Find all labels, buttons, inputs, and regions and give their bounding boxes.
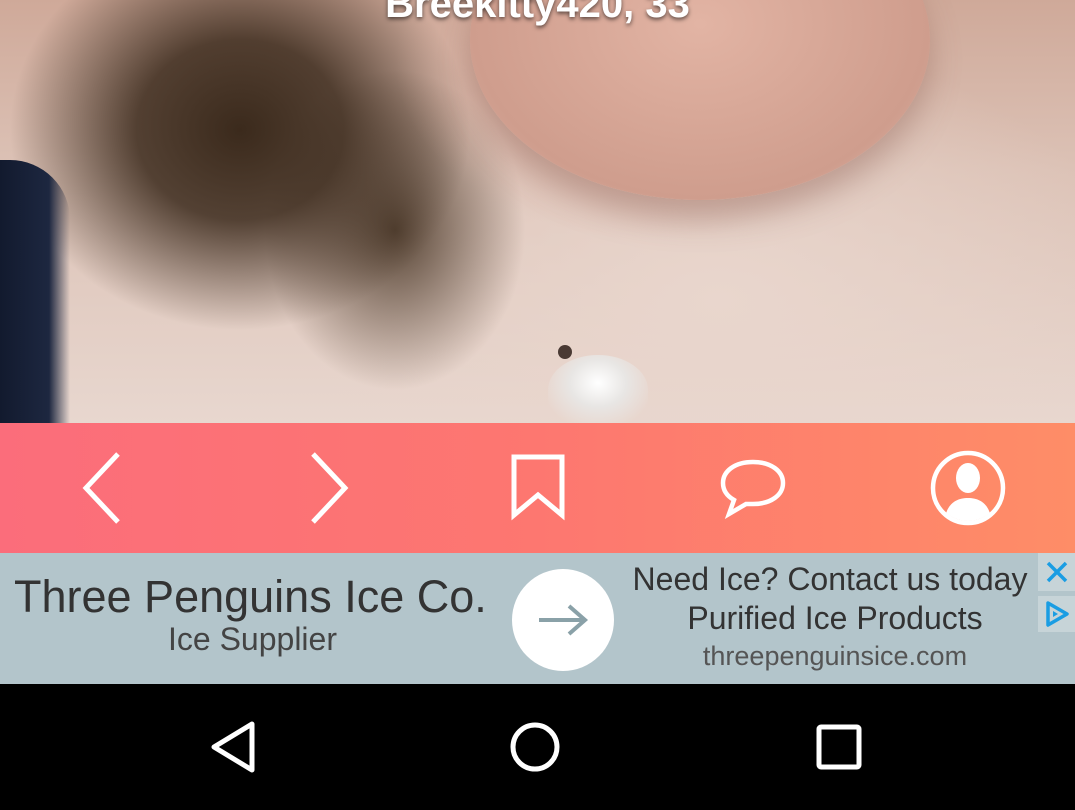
ad-choices-icon xyxy=(1045,601,1069,627)
system-nav-bar xyxy=(0,684,1075,810)
chevron-left-icon xyxy=(82,452,120,524)
action-bar xyxy=(0,423,1075,553)
next-button[interactable] xyxy=(215,423,430,553)
ad-product: Purified Ice Products xyxy=(687,600,983,636)
close-icon xyxy=(1046,561,1067,583)
bookmark-icon xyxy=(511,454,564,521)
ad-title: Three Penguins Ice Co. xyxy=(14,571,487,622)
profile-photo[interactable]: Breekitty420, 33 xyxy=(0,0,1075,423)
profile-button[interactable] xyxy=(860,423,1075,553)
user-profile-icon xyxy=(930,450,1005,526)
arrow-right-icon xyxy=(539,604,589,636)
ad-close-button[interactable] xyxy=(1038,553,1075,591)
ad-subtitle: Ice Supplier xyxy=(168,621,337,657)
message-button[interactable] xyxy=(645,423,860,553)
bookmark-button[interactable] xyxy=(430,423,645,553)
back-button[interactable] xyxy=(193,714,273,780)
recents-icon xyxy=(816,724,862,770)
photo-chin xyxy=(470,0,930,200)
ad-choices-button[interactable] xyxy=(1038,596,1075,632)
home-button[interactable] xyxy=(495,714,575,780)
recents-button[interactable] xyxy=(799,714,879,780)
back-icon xyxy=(211,721,255,773)
photo-shadow xyxy=(0,160,70,423)
ad-open-button[interactable] xyxy=(512,569,614,671)
chevron-right-icon xyxy=(310,452,348,524)
photo-bead xyxy=(558,345,572,359)
ad-headline: Need Ice? Contact us today xyxy=(632,561,1028,597)
home-icon xyxy=(510,722,560,772)
photo-pendant xyxy=(548,355,648,423)
profile-name-age: Breekitty420, 33 xyxy=(385,0,690,26)
previous-button[interactable] xyxy=(0,423,215,553)
chat-bubble-icon xyxy=(720,459,785,519)
ad-url: threepenguinsice.com xyxy=(702,641,968,671)
ad-banner[interactable]: Three Penguins Ice Co. Ice Supplier Need… xyxy=(0,553,1075,684)
